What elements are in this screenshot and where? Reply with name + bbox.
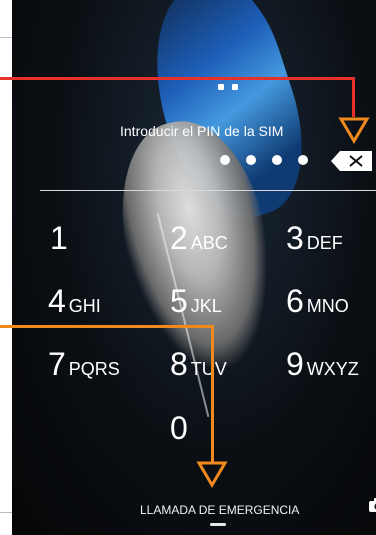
key-8[interactable]: 8 TUV (170, 346, 227, 383)
key-letters: JKL (190, 296, 222, 316)
keypad-divider (40, 190, 376, 191)
left-frame-top-line (0, 37, 12, 38)
key-4[interactable]: 4 GHI (48, 283, 101, 320)
pin-dot (246, 155, 256, 165)
key-letters: ABC (190, 233, 228, 253)
key-7[interactable]: 7 PQRS (48, 346, 120, 383)
triangle-down-icon (338, 117, 370, 144)
key-number: 1 (50, 220, 68, 256)
home-indicator[interactable] (210, 523, 226, 526)
backspace-icon (331, 151, 372, 171)
sim-pin-prompt: Introducir el PIN de la SIM (120, 123, 284, 139)
left-frame-bottom-line (0, 512, 12, 513)
key-number: 2 (170, 220, 188, 256)
key-letters: PQRS (68, 359, 120, 379)
annotation-orange-line-vertical (211, 325, 214, 462)
camera-shortcut[interactable] (368, 497, 376, 513)
key-number: 7 (48, 346, 66, 382)
key-2[interactable]: 2 ABC (170, 220, 228, 257)
key-number: 9 (286, 346, 304, 382)
key-letters: GHI (68, 296, 101, 316)
key-letters: WXYZ (306, 359, 359, 379)
key-3[interactable]: 3 DEF (286, 220, 343, 257)
pin-dot (298, 155, 308, 165)
key-0[interactable]: 0 (170, 410, 188, 447)
annotation-orange-line-horizontal (0, 325, 214, 328)
key-number: 5 (170, 283, 188, 319)
key-number: 8 (170, 346, 188, 382)
lock-screen: Introducir el PIN de la SIM 1 2 ABC 3 DE… (12, 0, 376, 535)
triangle-down-icon (196, 461, 228, 488)
key-number: 6 (286, 283, 304, 319)
key-letters: DEF (306, 233, 343, 253)
key-1[interactable]: 1 (50, 220, 68, 257)
backspace-button[interactable] (330, 150, 374, 172)
key-number: 3 (286, 220, 304, 256)
key-letters: TUV (190, 359, 227, 379)
pin-dot (220, 155, 230, 165)
key-5[interactable]: 5 JKL (170, 283, 222, 320)
camera-icon (369, 498, 376, 512)
emergency-call-button[interactable]: LLAMADA DE EMERGENCIA (140, 503, 299, 517)
key-number: 4 (48, 283, 66, 319)
annotation-red-line-vertical (352, 77, 355, 117)
key-9[interactable]: 9 WXYZ (286, 346, 359, 383)
key-6[interactable]: 6 MNO (286, 283, 349, 320)
annotation-red-line-horizontal (0, 77, 355, 80)
pin-entry-dots (220, 155, 320, 165)
key-number: 0 (170, 410, 188, 446)
key-letters: MNO (306, 296, 349, 316)
pin-dot (272, 155, 282, 165)
notification-dots (218, 84, 242, 92)
